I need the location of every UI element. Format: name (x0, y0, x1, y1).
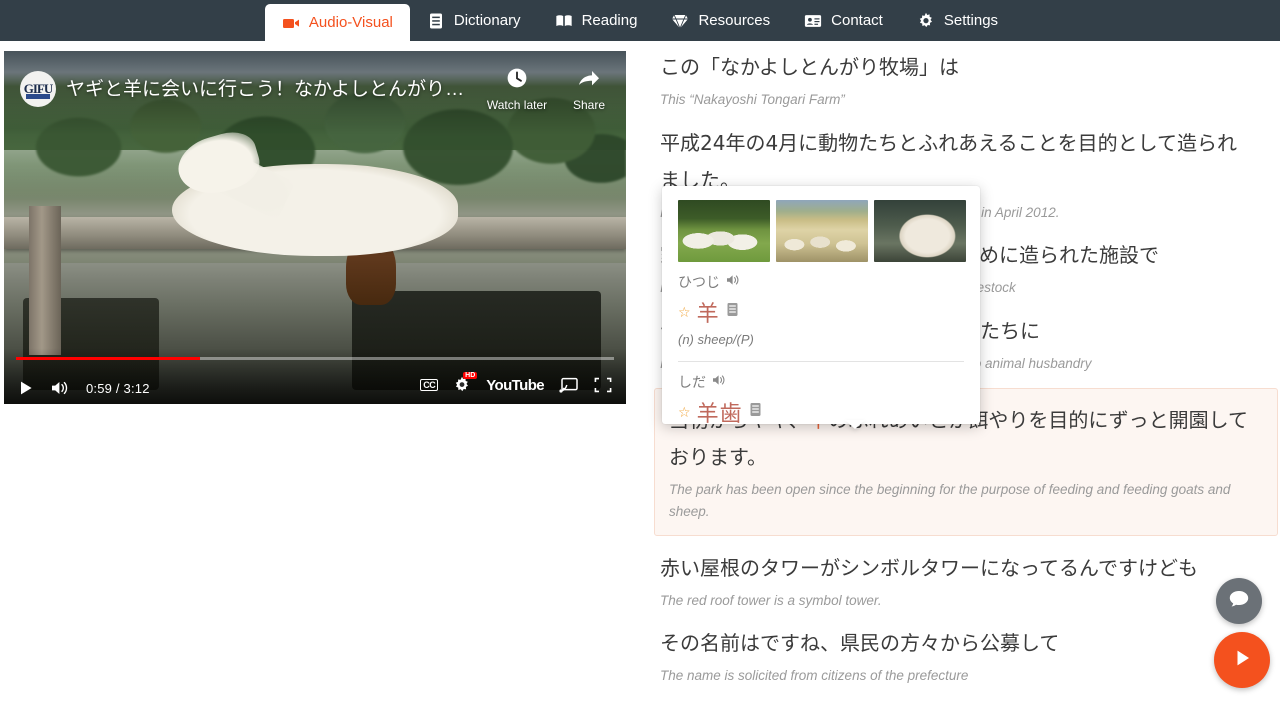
gem-icon (671, 12, 689, 30)
book-icon[interactable] (726, 302, 739, 322)
youtube-wordmark[interactable]: YouTube (486, 377, 544, 394)
transcript-english: The park has been open since the beginni… (669, 482, 1231, 519)
video-progress-bar[interactable] (16, 357, 614, 360)
star-outline-icon[interactable]: ☆ (678, 404, 691, 421)
clock-icon (482, 67, 552, 92)
watch-later-label: Watch later (486, 98, 548, 112)
book-open-icon (555, 12, 573, 30)
transcript-line[interactable]: その名前はですね、県民の方々から公募して The name is solicit… (660, 625, 1256, 687)
transcript-english: This “Nakayoshi Tongari Farm” (660, 92, 845, 107)
speaker-icon[interactable] (726, 274, 740, 290)
sheep-herd-field-photo[interactable] (776, 200, 868, 262)
dictionary-reading: しだ (678, 375, 706, 391)
book-icon[interactable] (749, 402, 762, 422)
nav-label: Contact (831, 12, 883, 29)
nav-label: Reading (581, 12, 638, 29)
channel-avatar-bar (26, 94, 50, 99)
transcript-japanese[interactable]: この「なかよしとんがり牧場」は (660, 49, 1256, 86)
share-button[interactable]: Share (562, 67, 616, 112)
top-navigation-bar: Audio-Visual Dictionary Reading Resource… (0, 0, 1280, 41)
nav-item-reading[interactable]: Reading (538, 0, 655, 41)
dictionary-reading: ひつじ (678, 275, 720, 291)
hd-badge: HD (463, 372, 478, 379)
transcript-line[interactable]: 赤い屋根のタワーがシンボルタワーになってるんですけども The red roof… (660, 550, 1256, 612)
nav-label: Settings (943, 12, 999, 29)
play-button[interactable] (1214, 632, 1270, 688)
dictionary-word-row: ☆ 羊 (678, 296, 964, 328)
nav-item-audio-visual[interactable]: Audio-Visual (264, 4, 410, 41)
video-controls-left: 0:59 / 3:12 (18, 380, 150, 396)
dictionary-kanji[interactable]: 羊 (697, 296, 720, 328)
video-time-display: 0:59 / 3:12 (86, 380, 150, 396)
transcript-english: The name is solicited from citizens of t… (660, 668, 969, 684)
nav-item-contact[interactable]: Contact (787, 0, 900, 41)
star-outline-icon[interactable]: ☆ (678, 304, 691, 321)
nav-item-resources[interactable]: Resources (654, 0, 787, 41)
video-controls-right: CC HD YouTube (420, 372, 612, 394)
cast-icon[interactable] (559, 377, 579, 393)
play-icon[interactable] (18, 380, 34, 396)
video-title[interactable]: ヤギと羊に会いに行こう！なかよしとんがり牧場… (66, 74, 466, 101)
settings-gear-hd-icon[interactable]: HD (453, 372, 478, 394)
chat-bubble-icon (1228, 589, 1250, 614)
channel-avatar[interactable]: GIFU (20, 71, 56, 107)
play-triangle-icon (1230, 646, 1254, 675)
video-progress-fill (16, 357, 200, 360)
share-arrow-icon (562, 67, 616, 92)
dictionary-image-strip (662, 186, 980, 262)
dictionary-entry: ひつじ ☆ 羊 (n) sheep/(P) (662, 272, 980, 347)
closed-captions-icon[interactable]: CC (420, 379, 439, 391)
dictionary-kanji[interactable]: 羊歯 (697, 396, 743, 424)
dictionary-popup[interactable]: ひつじ ☆ 羊 (n) sheep/(P) しだ ☆ 羊歯 (662, 186, 980, 424)
nav-item-settings[interactable]: Settings (900, 0, 1015, 41)
sheep-closeup-photo[interactable] (874, 200, 966, 262)
gear-icon (917, 12, 935, 30)
volume-icon[interactable] (50, 380, 70, 396)
transcript-japanese[interactable]: 赤い屋根のタワーがシンボルタワーになってるんですけども (660, 550, 1256, 587)
nav-label: Audio-Visual (308, 14, 393, 31)
dictionary-reading-row: ひつじ (678, 272, 964, 292)
dictionary-gloss: (n) sheep/(P) (678, 332, 754, 347)
video-pane: GIFU ヤギと羊に会いに行こう！なかよしとんがり牧場… Watch later… (0, 41, 640, 720)
nav-item-dictionary[interactable]: Dictionary (410, 0, 538, 41)
sheep-flock-grass-photo[interactable] (678, 200, 770, 262)
nav-label: Dictionary (453, 12, 521, 29)
dictionary-reading-row: しだ (678, 372, 964, 392)
video-camera-icon (282, 14, 300, 32)
share-label: Share (572, 98, 606, 112)
video-fence-post (28, 206, 62, 355)
dictionary-popup-tail (845, 420, 865, 429)
transcript-line[interactable]: この「なかよしとんがり牧場」は This “Nakayoshi Tongari … (660, 49, 1256, 111)
book-closed-icon (427, 12, 445, 30)
id-card-icon (804, 12, 822, 30)
dictionary-divider (678, 361, 964, 362)
watch-later-button[interactable]: Watch later (482, 67, 552, 112)
transcript-english: The red roof tower is a symbol tower. (660, 592, 882, 608)
youtube-video-player[interactable]: GIFU ヤギと羊に会いに行こう！なかよしとんがり牧場… Watch later… (4, 51, 626, 404)
speaker-icon[interactable] (712, 374, 726, 390)
dictionary-word-row: ☆ 羊歯 (678, 396, 964, 424)
chat-button[interactable] (1216, 578, 1262, 624)
nav-label: Resources (698, 12, 771, 29)
fullscreen-icon[interactable] (594, 377, 612, 393)
transcript-japanese[interactable]: その名前はですね、県民の方々から公募して (660, 625, 1256, 662)
dictionary-entry: しだ ☆ 羊歯 (662, 372, 980, 424)
video-controls-overlay: 0:59 / 3:12 CC HD YouTube (4, 348, 626, 404)
